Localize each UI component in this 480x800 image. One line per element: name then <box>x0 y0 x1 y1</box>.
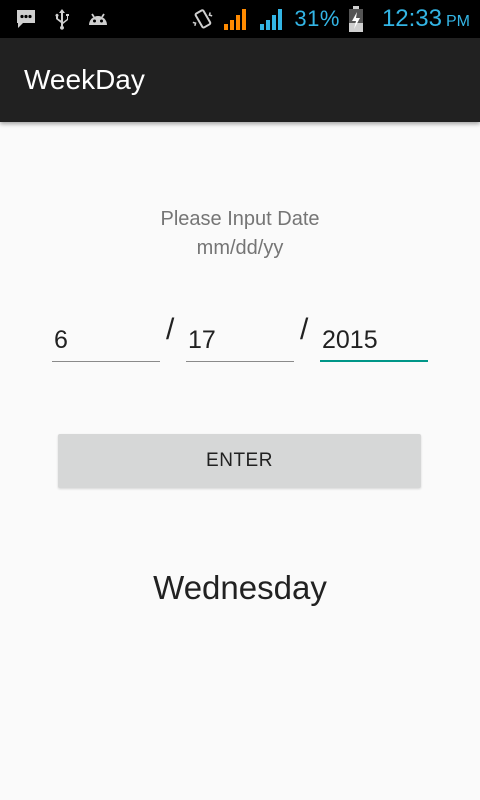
android-icon <box>86 7 110 31</box>
app-title: WeekDay <box>24 64 145 95</box>
prompt-text: Please Input Date <box>160 208 320 230</box>
clock-ampm: PM <box>446 13 470 30</box>
month-input[interactable]: 6 <box>52 318 160 362</box>
weekday-result: Wednesday <box>153 569 327 606</box>
input-prompt: Please Input Date mm/dd/yy <box>0 205 480 263</box>
notification-icons <box>14 7 110 31</box>
day-input[interactable]: 17 <box>186 318 294 362</box>
signal-icon <box>258 5 286 33</box>
clock: 12:33 PM <box>382 5 470 33</box>
date-separator: / <box>300 313 309 346</box>
battery-percent: 31% <box>294 6 340 31</box>
date-separator: / <box>166 313 175 346</box>
usb-icon <box>50 7 74 31</box>
battery-charging-icon <box>348 5 364 33</box>
year-input[interactable]: 2015 <box>320 318 428 362</box>
message-icon <box>14 7 38 31</box>
clock-time: 12:33 <box>381 5 442 32</box>
signal-icon <box>222 5 250 33</box>
app-bar: WeekDay <box>0 38 480 122</box>
system-status: 31% 12:33 PM <box>190 0 470 38</box>
enter-button[interactable]: ENTER <box>58 434 421 488</box>
vibrate-icon <box>190 7 214 31</box>
status-bar: 31% 12:33 PM <box>0 0 480 38</box>
date-format-hint: mm/dd/yy <box>196 237 284 259</box>
